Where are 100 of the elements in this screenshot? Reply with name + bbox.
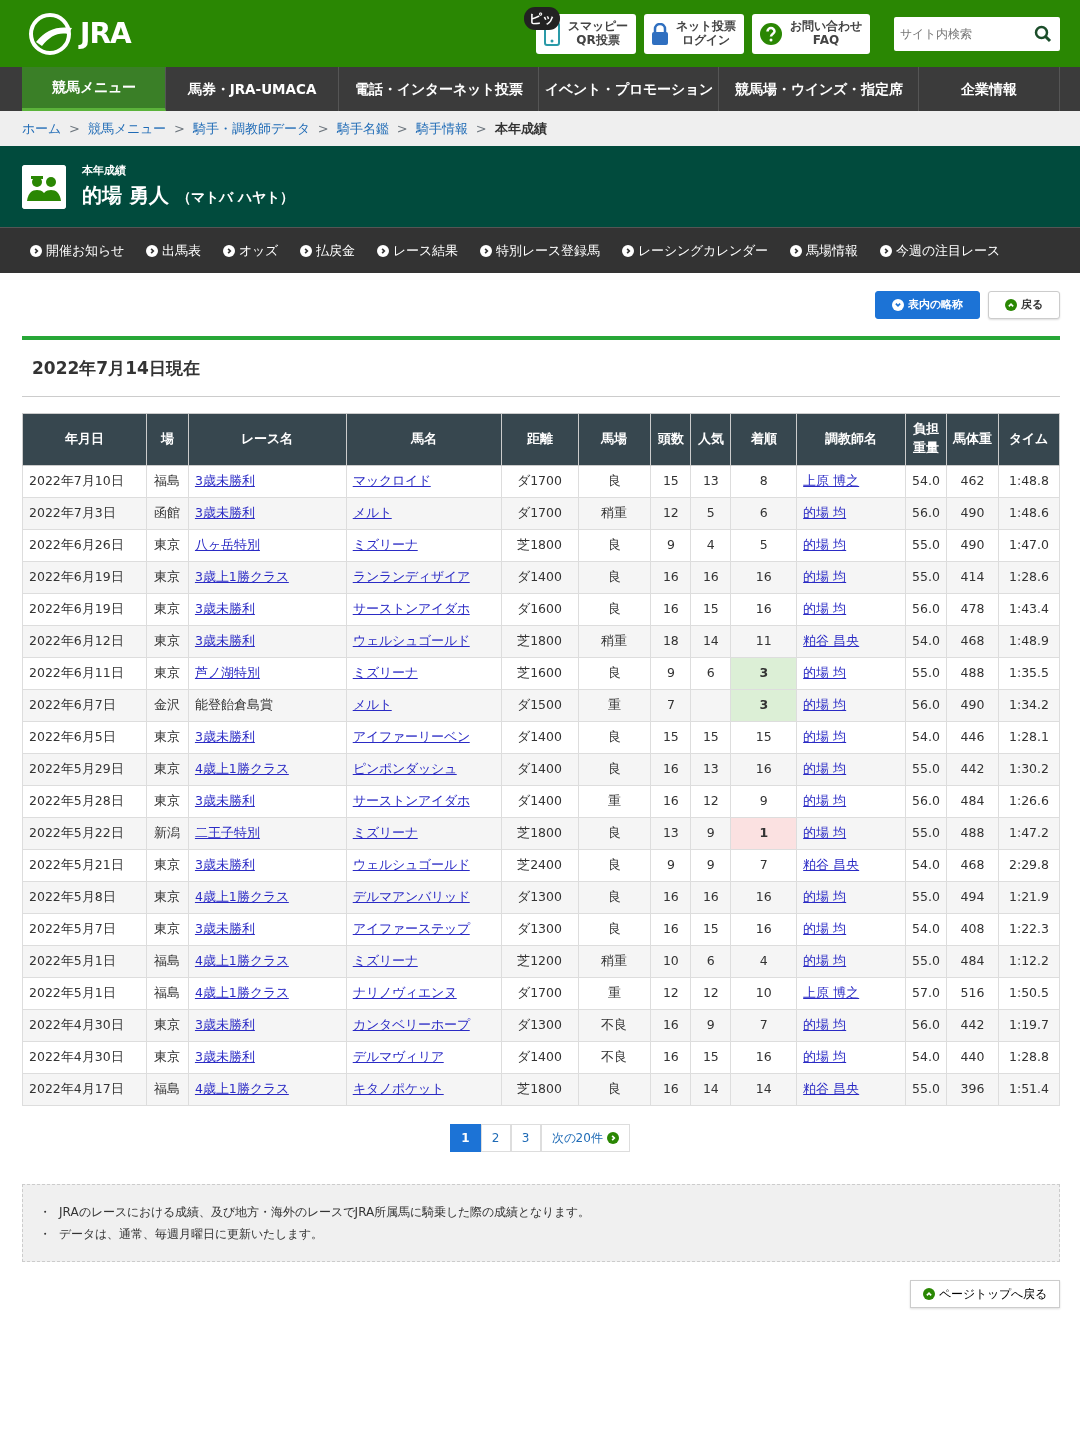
table-cell: 1:48.6 bbox=[998, 497, 1060, 529]
table-cell: 能登飴倉島賞 bbox=[188, 689, 347, 721]
race-link[interactable]: 3歳未勝利 bbox=[194, 472, 255, 488]
table-cell: 490 bbox=[946, 497, 999, 529]
table-cell: 2022年7月3日 bbox=[22, 497, 147, 529]
trainer-link[interactable]: 的場 均 bbox=[803, 952, 847, 968]
page-button[interactable]: 1 bbox=[450, 1123, 481, 1152]
table-cell: 2022年6月12日 bbox=[22, 625, 147, 657]
table-cell: ダ1300 bbox=[501, 913, 579, 945]
table-cell: 1:48.9 bbox=[998, 625, 1060, 657]
trainer-link[interactable]: 的場 均 bbox=[803, 568, 847, 584]
table-cell: 2022年6月19日 bbox=[22, 561, 147, 593]
breadcrumb-link[interactable]: 騎手名鑑 bbox=[336, 118, 389, 139]
page-button[interactable]: 3 bbox=[510, 1123, 541, 1152]
trainer-link[interactable]: 的場 均 bbox=[803, 1048, 847, 1064]
trainer-link[interactable]: 的場 均 bbox=[803, 760, 847, 776]
trainer-link[interactable]: 的場 均 bbox=[803, 888, 847, 904]
action-button[interactable]: 戻る bbox=[988, 291, 1060, 319]
trainer-link[interactable]: 的場 均 bbox=[803, 696, 847, 712]
search-field[interactable]: サイト内検索 bbox=[894, 16, 1060, 51]
header-button[interactable]: お問い合わせ FAQ bbox=[752, 13, 870, 54]
race-link[interactable]: 3歳未勝利 bbox=[194, 920, 255, 936]
table-cell: 13 bbox=[690, 465, 731, 497]
column-header: 距離 bbox=[501, 413, 579, 465]
trainer-link[interactable]: 的場 均 bbox=[803, 728, 847, 744]
trainer-link[interactable]: 的場 均 bbox=[803, 1016, 847, 1032]
trainer-link[interactable]: 的場 均 bbox=[803, 824, 847, 840]
breadcrumb-link[interactable]: 競馬メニュー bbox=[87, 118, 166, 139]
breadcrumb-link[interactable]: 騎手・調教師データ bbox=[192, 118, 310, 139]
table-cell: ダ1400 bbox=[501, 561, 579, 593]
table-cell: 1:34.2 bbox=[998, 689, 1060, 721]
table-cell: 稍重 bbox=[578, 625, 651, 657]
jockeys-icon bbox=[22, 164, 66, 209]
race-link[interactable]: 3歳未勝利 bbox=[194, 792, 255, 808]
table-cell: 東京 bbox=[146, 785, 189, 817]
chevron-circle-icon bbox=[223, 244, 235, 257]
table-cell: 良 bbox=[578, 753, 651, 785]
table-cell: 16 bbox=[730, 753, 797, 785]
race-link[interactable]: 3歳未勝利 bbox=[194, 728, 255, 744]
table-cell: 15 bbox=[690, 1041, 731, 1073]
breadcrumb-link[interactable]: 騎手情報 bbox=[415, 118, 468, 139]
horse-link[interactable]: メルト bbox=[352, 696, 392, 712]
table-cell: 7 bbox=[730, 1009, 797, 1041]
table-cell: 488 bbox=[946, 817, 999, 849]
table-cell: 東京 bbox=[146, 593, 189, 625]
table-cell: 1:47.2 bbox=[998, 817, 1060, 849]
table-cell: 1:28.1 bbox=[998, 721, 1060, 753]
table-cell: 55.0 bbox=[905, 529, 947, 561]
subnav-link[interactable]: 出馬表 bbox=[162, 240, 201, 261]
subnav-link[interactable]: 馬場情報 bbox=[806, 240, 858, 261]
table-cell: 9 bbox=[650, 657, 691, 689]
subnav-link[interactable]: レース結果 bbox=[393, 240, 458, 261]
logo-text[interactable]: JRA bbox=[80, 12, 131, 55]
subnav-link[interactable]: 開催お知らせ bbox=[46, 240, 124, 261]
table-cell: 福島 bbox=[146, 977, 189, 1009]
table-cell: 440 bbox=[946, 1041, 999, 1073]
race-link[interactable]: 3歳未勝利 bbox=[194, 1016, 255, 1032]
table-cell: ダ1700 bbox=[501, 465, 579, 497]
trainer-link[interactable]: 的場 均 bbox=[803, 920, 847, 936]
action-button[interactable]: 表内の略称 bbox=[875, 291, 980, 319]
race-link[interactable]: 3歳未勝利 bbox=[194, 632, 255, 648]
trainer-link[interactable]: 的場 均 bbox=[803, 664, 847, 680]
table-cell: 9 bbox=[650, 529, 691, 561]
table-cell: 16 bbox=[730, 561, 797, 593]
breadcrumb-separator: > bbox=[173, 119, 185, 138]
subnav-link[interactable]: 払戻金 bbox=[316, 240, 355, 261]
trainer-link[interactable]: 的場 均 bbox=[803, 600, 847, 616]
lock-icon bbox=[652, 22, 668, 45]
trainer-link[interactable]: 的場 均 bbox=[803, 536, 847, 552]
race-link[interactable]: 3歳未勝利 bbox=[194, 600, 255, 616]
table-cell: 16 bbox=[730, 593, 797, 625]
table-cell: 16 bbox=[730, 881, 797, 913]
table-cell: 54.0 bbox=[905, 721, 947, 753]
jockey-reading: （マトバ ハヤト） bbox=[176, 187, 294, 207]
trainer-link[interactable]: 的場 均 bbox=[803, 792, 847, 808]
table-cell: 良 bbox=[578, 817, 651, 849]
horse-link[interactable]: メルト bbox=[352, 504, 392, 520]
table-cell: 2022年6月19日 bbox=[22, 593, 147, 625]
subnav-link[interactable]: レーシングカレンダー bbox=[638, 240, 768, 261]
note-text: データは、通常、毎週月曜日に更新いたします。 bbox=[59, 1225, 323, 1243]
table-cell: 東京 bbox=[146, 913, 189, 945]
table-cell: 15 bbox=[650, 465, 691, 497]
column-header: 馬名 bbox=[346, 413, 502, 465]
table-cell: 12 bbox=[650, 977, 691, 1009]
trainer-link[interactable]: 的場 均 bbox=[803, 504, 847, 520]
nav-tab[interactable]: 競馬メニュー bbox=[22, 67, 166, 111]
table-cell: 重 bbox=[578, 689, 651, 721]
subnav-link[interactable]: 今週の注目レース bbox=[896, 240, 1000, 261]
breadcrumb-link[interactable]: ホーム bbox=[22, 118, 61, 139]
header-button[interactable]: ネット投票 ログイン bbox=[644, 13, 744, 54]
race-link[interactable]: 3歳未勝利 bbox=[194, 504, 255, 520]
table-cell: 1:47.0 bbox=[998, 529, 1060, 561]
page-button[interactable]: 2 bbox=[480, 1123, 511, 1152]
subnav-link[interactable]: 特別レース登録馬 bbox=[496, 240, 600, 261]
race-link[interactable]: 3歳未勝利 bbox=[194, 1048, 255, 1064]
search-icon[interactable] bbox=[1034, 24, 1052, 43]
race-link[interactable]: 3歳未勝利 bbox=[194, 856, 255, 872]
next-page-button[interactable]: 次の20件 bbox=[540, 1123, 630, 1152]
subnav-link[interactable]: オッズ bbox=[239, 240, 278, 261]
page-top-button[interactable]: ページトップへ戻る bbox=[910, 1279, 1060, 1308]
